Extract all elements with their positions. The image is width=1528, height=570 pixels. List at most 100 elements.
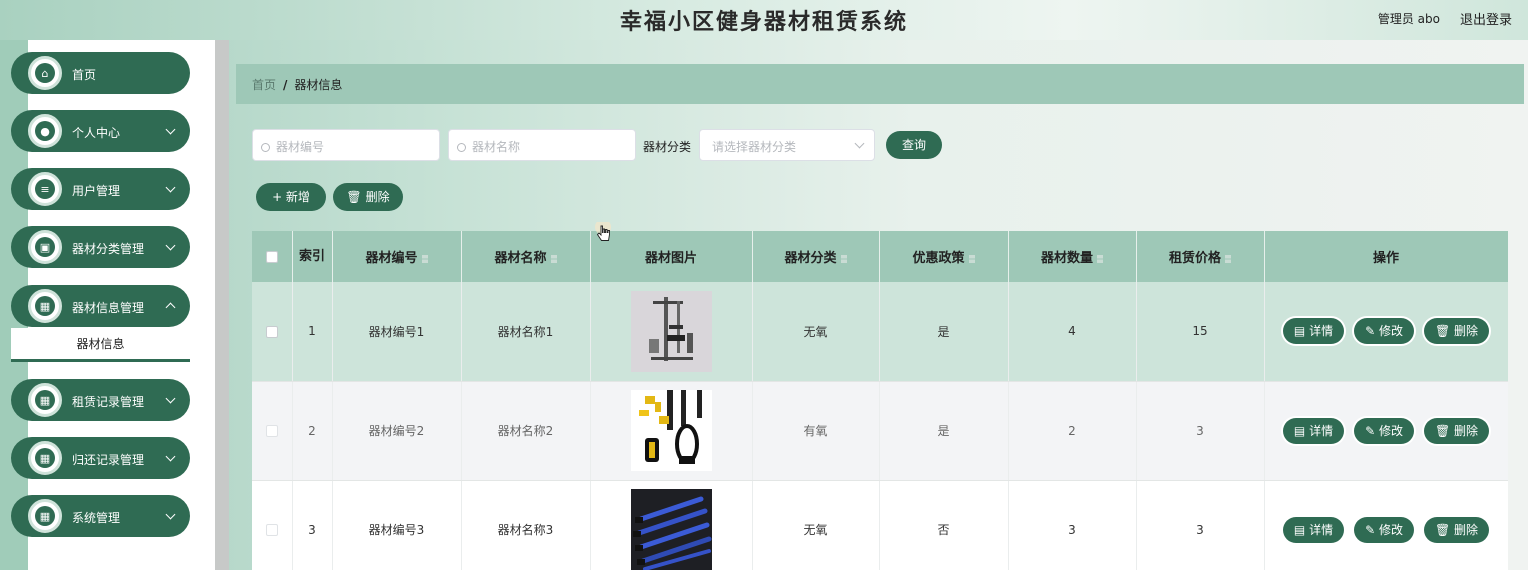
row-price: 3 [1136,480,1265,570]
sidebar-item-rental[interactable]: ▦ 租赁记录管理 [11,379,190,421]
row-checkbox[interactable] [265,425,278,437]
row-name: 器材名称2 [461,381,591,481]
person-icon-wrap: ● [28,114,62,148]
detail-button[interactable]: ▤ 详情 [1282,516,1345,543]
batch-delete-button[interactable]: 🗑 删除 [333,183,403,211]
col-index: 索引 [292,231,333,282]
chevron-down-icon [165,240,176,251]
hand-cursor-icon [595,222,611,241]
row-code: 器材编号2 [332,381,462,481]
document-icon: ▤ [1293,324,1310,339]
grid-icon: ▦ [35,390,55,410]
sidebar-item-system[interactable]: ▦ 系统管理 [11,495,190,537]
sidebar-item-return[interactable]: ▦ 归还记录管理 [11,437,190,479]
row-select-cell [252,480,293,570]
row-category: 无氧 [752,282,880,382]
col-quantity[interactable]: 器材数量 [1008,231,1137,282]
col-actions: 操作 [1264,231,1508,282]
name-search-input[interactable]: 器材名称 [448,129,636,161]
table-header-row: 索引 器材编号 器材名称 器材图片 器材分类 优惠政策 器材数量 租赁价格 操作 [252,231,1508,282]
delete-button[interactable]: 🗑 删除 [1423,516,1490,543]
chevron-down-icon [165,393,176,404]
sidebar-item-label: 器材信息管理 [72,301,145,315]
chevron-down-icon [165,124,176,135]
row-index: 3 [292,480,333,570]
row-image-cell [590,282,753,382]
detail-button[interactable]: ▤ 详情 [1282,318,1345,345]
query-button[interactable]: 查询 [886,131,942,159]
edit-icon: ✎ [1365,324,1379,339]
edit-button[interactable]: ✎ 修改 [1354,318,1414,345]
sidebar-item-label: 租赁记录管理 [72,395,145,409]
add-button[interactable]: + 新增 [256,183,326,211]
col-price[interactable]: 租赁价格 [1136,231,1265,282]
delete-button[interactable]: 🗑 删除 [1423,318,1490,345]
sidebar-scrollbar[interactable] [215,40,229,570]
table-row[interactable]: 3 器材编号3 器材名称3 无氧 否 3 3 ▤ 详情 ✎ 修改 🗑 删除 [252,480,1508,570]
detail-label: 详情 [1309,324,1334,339]
detail-button[interactable]: ▤ 详情 [1282,417,1345,444]
sidebar-item-home[interactable]: ⌂ 首页 [11,52,190,94]
row-checkbox[interactable] [265,325,278,338]
system-title: 幸福小区健身器材租赁系统 [619,9,908,35]
sidebar-item-label: 系统管理 [72,511,121,525]
breadcrumb-separator: / [283,78,288,92]
trash-icon: 🗑 [346,190,362,204]
col-image: 器材图片 [590,231,753,282]
row-checkbox[interactable] [265,524,278,536]
col-name-label: 器材名称 [494,251,547,266]
sidebar-subitem-equipment-info[interactable]: 器材信息 [11,328,190,362]
table-row[interactable]: 1 器材编号1 器材名称1 无氧 是 4 15 ▤ 详情 ✎ 修改 🗑 删除 [252,282,1508,382]
trash-icon: 🗑 [1434,324,1455,339]
grid-icon-wrap: ▦ [28,383,62,417]
search-icon [457,143,466,152]
delete-button[interactable]: 🗑 删除 [1423,417,1490,444]
chevron-down-icon [165,182,176,193]
equipment-image-resistance-bands[interactable] [630,489,712,570]
row-quantity: 2 [1008,381,1137,481]
sidebar-item-label: 首页 [72,68,97,82]
row-select-cell [252,282,293,382]
sidebar-item-label: 器材分类管理 [72,242,145,256]
breadcrumb-home[interactable]: 首页 [252,78,276,92]
edit-button[interactable]: ✎ 修改 [1354,417,1414,444]
col-category[interactable]: 器材分类 [752,231,880,282]
logout-link[interactable]: 退出登录 [1460,9,1512,28]
main-content: 首页 / 器材信息 器材编号 器材名称 器材分类 请选择器材分类 查询 + 新增 🗑… [229,40,1528,570]
grid-icon: ▦ [35,506,55,526]
equipment-image-gym-machine[interactable] [630,290,712,372]
row-discount: 是 [879,381,1009,481]
sidebar-item-category[interactable]: ▣ 器材分类管理 [11,226,190,268]
row-image-cell [590,480,753,570]
row-code: 器材编号1 [332,282,462,382]
sort-icon [1097,254,1103,263]
row-actions: ▤ 详情 ✎ 修改 🗑 删除 [1264,480,1508,570]
select-all-checkbox[interactable] [265,250,278,263]
grid-icon: ▦ [35,296,55,316]
sidebar-item-users[interactable]: ≡ 用户管理 [11,168,190,210]
sidebar-item-equipment[interactable]: ▦ 器材信息管理 [11,285,190,327]
edit-label: 修改 [1378,522,1403,537]
table-row[interactable]: 2 器材编号2 器材名称2 有氧 是 2 3 ▤ 详情 ✎ 修改 🗑 删除 [252,381,1508,481]
edit-icon: ✎ [1365,423,1379,438]
chevron-down-icon [165,509,176,520]
row-actions: ▤ 详情 ✎ 修改 🗑 删除 [1264,282,1508,382]
row-quantity: 4 [1008,282,1137,382]
code-search-input[interactable]: 器材编号 [252,129,440,161]
row-code: 器材编号3 [332,480,462,570]
grid-icon-wrap: ▦ [28,289,62,323]
col-name[interactable]: 器材名称 [461,231,591,282]
current-user: 管理员 abo [1377,12,1440,26]
sidebar: ⌂ 首页 ● 个人中心 ≡ 用户管理 ▣ 器材分类管理 ▦ 器材信息管理 器材信… [0,40,215,570]
equipment-image-suspension-trainer[interactable] [630,390,712,471]
category-select[interactable]: 请选择器材分类 [699,129,875,161]
sidebar-item-profile[interactable]: ● 个人中心 [11,110,190,152]
col-code[interactable]: 器材编号 [332,231,462,282]
sidebar-item-label: 用户管理 [72,184,121,198]
clipboard-icon: ▣ [35,237,55,257]
edit-button[interactable]: ✎ 修改 [1354,516,1414,543]
col-discount[interactable]: 优惠政策 [879,231,1009,282]
code-search-placeholder: 器材编号 [276,140,325,154]
row-discount: 否 [879,480,1009,570]
search-icon [261,143,270,152]
